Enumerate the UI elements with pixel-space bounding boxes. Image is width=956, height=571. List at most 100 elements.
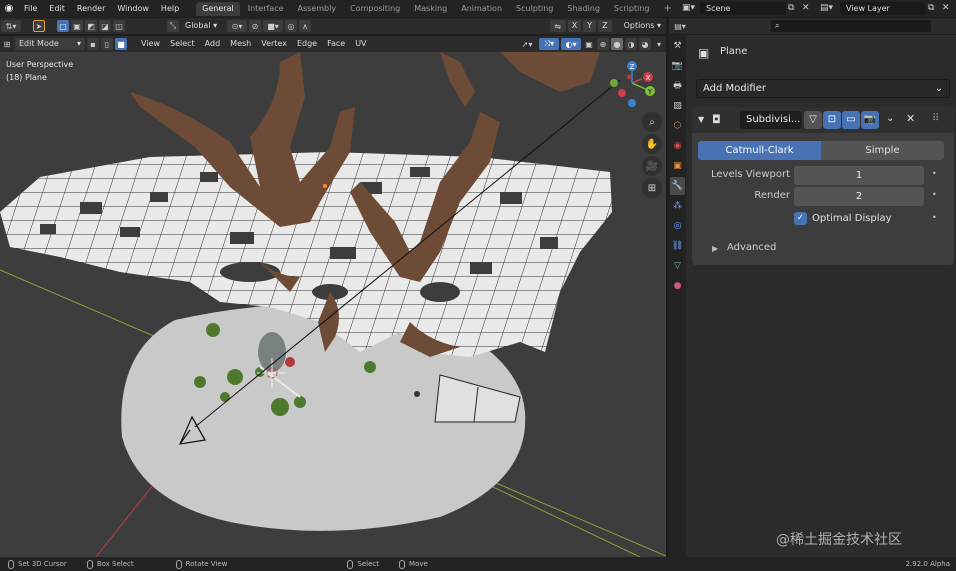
drag-handle-icon[interactable]: ⠿ bbox=[932, 113, 939, 124]
menu-add[interactable]: Add bbox=[200, 36, 226, 52]
options-dropdown[interactable]: Options ▾ bbox=[620, 20, 665, 32]
tab-general[interactable]: General bbox=[196, 1, 240, 16]
proportional-edit-icon[interactable]: ◎ bbox=[285, 20, 297, 32]
object-tab-icon[interactable]: ▣ bbox=[670, 157, 685, 175]
mirror-z-button[interactable]: Z bbox=[598, 20, 612, 32]
collapse-arrow-icon[interactable]: ▼ bbox=[698, 115, 704, 124]
tab-masking[interactable]: Masking bbox=[408, 2, 453, 16]
particles-tab-icon[interactable]: ⁂ bbox=[670, 197, 685, 215]
render-tab-icon[interactable]: 📷 bbox=[670, 57, 685, 75]
blender-logo-icon[interactable]: ◉ bbox=[0, 3, 18, 14]
output-tab-icon[interactable]: 🖶 bbox=[670, 77, 685, 95]
properties-search-field[interactable]: ⌕ bbox=[771, 20, 931, 32]
transform-orientation-icon[interactable]: ⤡ bbox=[167, 20, 179, 32]
overlays-toggle-icon[interactable]: ◐▾ bbox=[561, 38, 581, 50]
menu-mesh[interactable]: Mesh bbox=[225, 36, 256, 52]
menu-file[interactable]: File bbox=[18, 0, 43, 17]
pan-hand-icon[interactable]: ✋ bbox=[642, 134, 662, 154]
mirror-y-button[interactable]: Y bbox=[583, 20, 597, 32]
tab-sculpting[interactable]: Sculpting bbox=[510, 2, 559, 16]
view-object-types-icon[interactable]: ➚▾ bbox=[517, 38, 537, 50]
xray-toggle-icon[interactable]: ▣ bbox=[583, 38, 595, 50]
optimal-display-checkbox[interactable]: ✓ bbox=[794, 212, 807, 225]
simple-option[interactable]: Simple bbox=[821, 141, 944, 160]
view-layer-selector[interactable]: View Layer bbox=[840, 2, 926, 15]
new-scene-icon[interactable]: ⧉ bbox=[788, 3, 794, 13]
material-tab-icon[interactable]: ● bbox=[670, 277, 685, 295]
pivot-point-icon[interactable]: ⊙▾ bbox=[227, 20, 247, 32]
select-new-icon[interactable]: ▢ bbox=[57, 20, 69, 32]
modifier-name-field[interactable]: Subdivisi... bbox=[740, 111, 802, 129]
snap-target-icon[interactable]: ■▾ bbox=[263, 20, 283, 32]
remove-modifier-icon[interactable]: ✕ bbox=[906, 112, 915, 125]
rendered-shading-icon[interactable]: ◕ bbox=[639, 38, 651, 50]
scene-icon[interactable]: ▣▾ bbox=[682, 3, 695, 13]
select-extend-icon[interactable]: ▣ bbox=[71, 20, 83, 32]
advanced-subpanel-label[interactable]: Advanced bbox=[727, 242, 776, 253]
tool-tab-icon[interactable]: ⚒ bbox=[670, 37, 685, 55]
add-workspace-button[interactable]: + bbox=[657, 2, 677, 16]
add-modifier-dropdown[interactable]: Add Modifier ⌄ bbox=[696, 79, 950, 98]
catmull-clark-option[interactable]: Catmull-Clark bbox=[698, 141, 821, 160]
material-shading-icon[interactable]: ◑ bbox=[625, 38, 637, 50]
tab-scripting[interactable]: Scripting bbox=[608, 2, 656, 16]
levels-viewport-field[interactable]: 1 bbox=[794, 166, 924, 185]
view-layer-tab-icon[interactable]: ▧ bbox=[670, 97, 685, 115]
scene-selector[interactable]: Scene bbox=[700, 2, 786, 15]
perspective-toggle-icon[interactable]: ⊞ bbox=[642, 178, 662, 198]
tab-animation[interactable]: Animation bbox=[455, 2, 508, 16]
face-select-icon[interactable]: ■ bbox=[115, 38, 127, 50]
viewport-toggle-icon[interactable]: ▭ bbox=[842, 111, 860, 129]
menu-vertex[interactable]: Vertex bbox=[256, 36, 292, 52]
data-tab-icon[interactable]: ▽ bbox=[670, 257, 685, 275]
menu-edit[interactable]: Edit bbox=[43, 0, 71, 17]
select-intersect-icon[interactable]: ◫ bbox=[113, 20, 125, 32]
levels-viewport-keyframe-dot[interactable]: • bbox=[932, 169, 937, 178]
gizmo-toggle-icon[interactable]: ⤨▾ bbox=[539, 38, 559, 50]
transform-orientation-dropdown[interactable]: Global ▾ bbox=[181, 20, 225, 32]
tab-interface[interactable]: Interface bbox=[242, 2, 290, 16]
cage-toggle-icon[interactable]: ⊡ bbox=[823, 111, 841, 129]
optimal-display-keyframe-dot[interactable]: • bbox=[932, 213, 937, 222]
camera-view-icon[interactable]: 🎥 bbox=[642, 156, 662, 176]
tab-shading[interactable]: Shading bbox=[561, 2, 606, 16]
mirror-icon[interactable]: ⇋ bbox=[549, 20, 566, 32]
modifier-tab-icon[interactable]: 🔧 bbox=[670, 177, 685, 195]
world-tab-icon[interactable]: ◉ bbox=[670, 137, 685, 155]
3d-viewport[interactable]: User Perspective (18) Plane Z X Y ⌕ ✋ 🎥 … bbox=[0, 52, 666, 557]
menu-window[interactable]: Window bbox=[111, 0, 155, 17]
menu-select[interactable]: Select bbox=[165, 36, 200, 52]
delete-view-layer-icon[interactable]: ✕ bbox=[942, 3, 950, 13]
tab-compositing[interactable]: Compositing bbox=[344, 2, 406, 16]
vertex-select-icon[interactable]: ▪ bbox=[87, 38, 99, 50]
menu-view[interactable]: View bbox=[136, 36, 165, 52]
mode-dropdown[interactable]: Edit Mode ▾ bbox=[15, 38, 85, 50]
select-subtract-icon[interactable]: ◩ bbox=[85, 20, 97, 32]
scene-tab-icon[interactable]: ⬡ bbox=[670, 117, 685, 135]
menu-edge[interactable]: Edge bbox=[292, 36, 322, 52]
menu-uv[interactable]: UV bbox=[350, 36, 371, 52]
render-levels-field[interactable]: 2 bbox=[794, 187, 924, 206]
editor-type-icon[interactable]: ⇅▾ bbox=[1, 20, 21, 32]
solid-shading-icon[interactable]: ● bbox=[611, 38, 623, 50]
select-tool-icon[interactable]: ➤ bbox=[33, 20, 45, 32]
mirror-x-button[interactable]: X bbox=[567, 20, 582, 32]
edit-mode-toggle-icon[interactable]: ▽ bbox=[804, 111, 822, 129]
shading-options-icon[interactable]: ▾ bbox=[653, 38, 665, 50]
zoom-icon[interactable]: ⌕ bbox=[642, 112, 662, 132]
render-levels-keyframe-dot[interactable]: • bbox=[932, 190, 937, 199]
wireframe-shading-icon[interactable]: ⊕ bbox=[597, 38, 609, 50]
modifier-menu-icon[interactable]: ⌄ bbox=[886, 113, 894, 124]
menu-help[interactable]: Help bbox=[155, 0, 185, 17]
view-layer-icon[interactable]: ▤▾ bbox=[820, 3, 833, 13]
tab-assembly[interactable]: Assembly bbox=[292, 2, 343, 16]
select-invert-icon[interactable]: ◪ bbox=[99, 20, 111, 32]
advanced-expand-icon[interactable]: ▶ bbox=[712, 244, 718, 253]
render-toggle-icon[interactable]: 📷 bbox=[861, 111, 879, 129]
menu-face[interactable]: Face bbox=[322, 36, 350, 52]
physics-tab-icon[interactable]: ◎ bbox=[670, 217, 685, 235]
proportional-falloff-icon[interactable]: ∧ bbox=[299, 20, 311, 32]
properties-editor-type-icon[interactable]: ▤▾ bbox=[670, 20, 690, 32]
menu-render[interactable]: Render bbox=[71, 0, 111, 17]
edge-select-icon[interactable]: ▯ bbox=[101, 38, 113, 50]
